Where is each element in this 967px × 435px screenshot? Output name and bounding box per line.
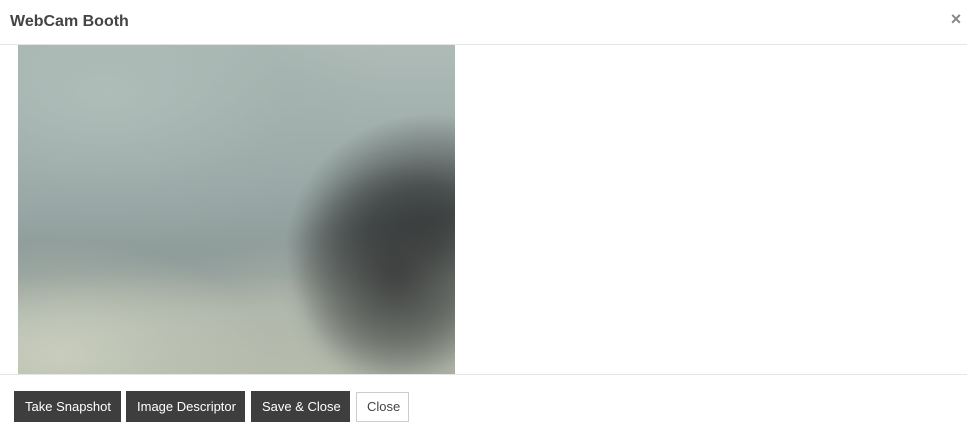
close-button[interactable]: Close: [356, 392, 409, 422]
dialog-footer: Take Snapshot Image Descriptor Save & Cl…: [0, 374, 967, 435]
save-and-close-button[interactable]: Save & Close: [251, 391, 350, 422]
feed-shadow: [295, 165, 455, 374]
dialog-title: WebCam Booth: [10, 13, 129, 30]
take-snapshot-button[interactable]: Take Snapshot: [14, 391, 121, 422]
image-descriptor-button[interactable]: Image Descriptor: [126, 391, 245, 422]
dialog-header: WebCam Booth ×: [0, 0, 967, 45]
close-icon[interactable]: ×: [949, 9, 963, 29]
dialog-body: [0, 45, 967, 374]
webcam-booth-dialog: WebCam Booth × Take Snapshot Image Descr…: [0, 0, 967, 435]
webcam-video-preview: [18, 45, 455, 374]
